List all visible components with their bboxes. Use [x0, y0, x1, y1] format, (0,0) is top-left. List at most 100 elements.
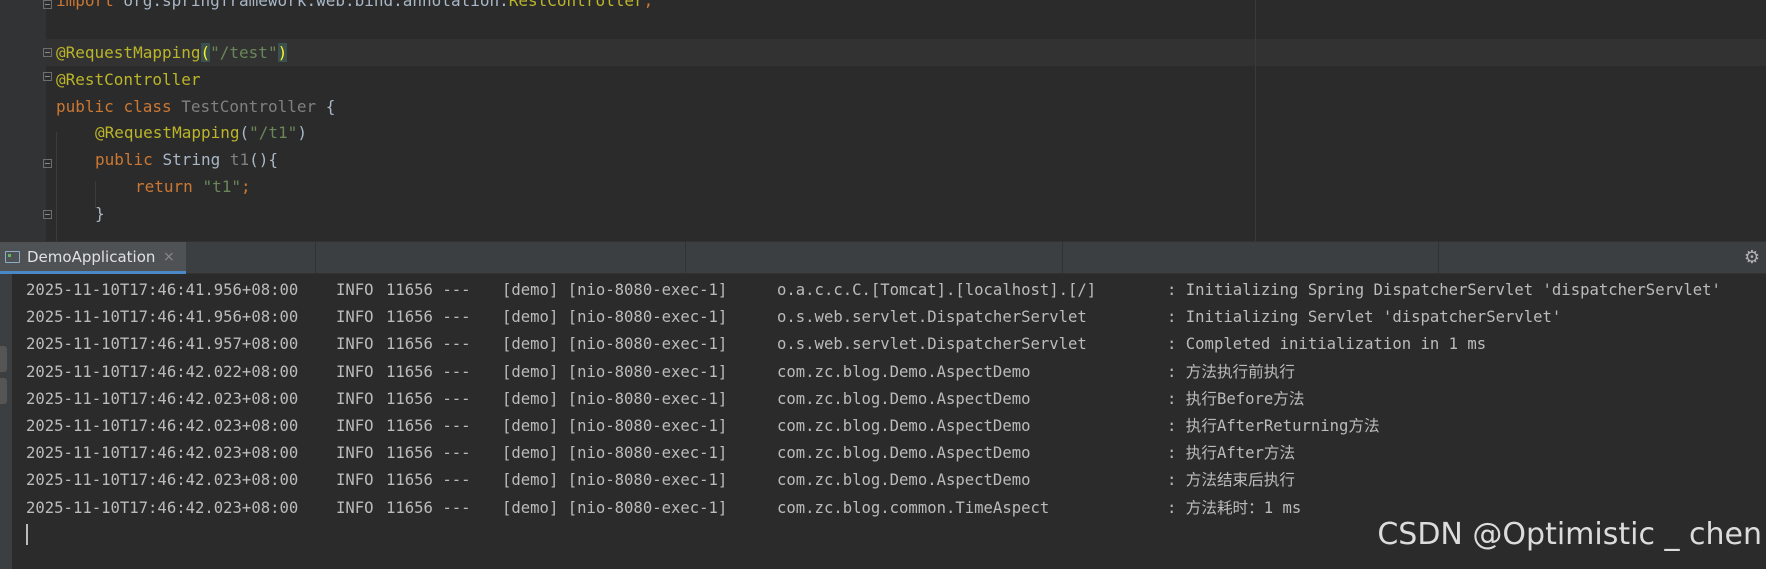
- soft-wrap-button[interactable]: [0, 378, 7, 404]
- log-thread: [demo] [nio-8080-exec-1]: [502, 362, 728, 381]
- log-timestamp: 2025-11-10T17:46:42.023+08:00: [26, 498, 299, 517]
- log-level: INFO: [336, 444, 374, 463]
- keyword: public: [56, 97, 114, 116]
- log-line: 2025-11-10T17:46:41.956+08:00 INFO 11656 -…: [26, 277, 1721, 304]
- log-message: : 方法执行前执行: [1167, 362, 1295, 381]
- keyword: import: [56, 0, 114, 10]
- console-icon: [5, 251, 20, 263]
- type-name: String: [162, 150, 221, 169]
- annotation: @RequestMapping: [95, 123, 240, 142]
- log-thread: [demo] [nio-8080-exec-1]: [502, 444, 728, 463]
- run-tool-window-tabbar: DemoApplication × ⚙: [0, 241, 1766, 274]
- keyword: class: [123, 97, 172, 116]
- editor-gutter: [0, 0, 46, 241]
- log-pid: 11656 ---: [386, 308, 471, 327]
- log-level: INFO: [336, 471, 374, 490]
- log-thread: [demo] [nio-8080-exec-1]: [502, 417, 728, 435]
- semicolon: ;: [643, 0, 654, 10]
- tab-label: DemoApplication: [27, 248, 156, 266]
- log-thread: [demo] [nio-8080-exec-1]: [502, 498, 728, 517]
- log-line: 2025-11-10T17:46:42.023+08:00 INFO 11656 -…: [26, 413, 1380, 440]
- gear-icon[interactable]: ⚙: [1742, 248, 1762, 268]
- log-source: com.zc.blog.Demo.AspectDemo: [777, 389, 1031, 408]
- log-line: 2025-11-10T17:46:41.956+08:00 INFO 11656 -…: [26, 304, 1561, 331]
- string-literal: "t1": [202, 177, 241, 196]
- code-line-class-decl: public class TestController {: [56, 93, 335, 120]
- log-source: o.a.c.c.C.[Tomcat].[localhost].[/]: [777, 281, 1097, 299]
- code-editor[interactable]: import org.springframework.web.bind.anno…: [0, 0, 1766, 241]
- log-timestamp: 2025-11-10T17:46:41.957+08:00: [26, 335, 299, 354]
- log-source: com.zc.blog.common.TimeAspect: [777, 498, 1050, 517]
- log-level: INFO: [336, 308, 374, 327]
- log-timestamp: 2025-11-10T17:46:42.023+08:00: [26, 444, 299, 463]
- log-level: INFO: [336, 389, 374, 408]
- code-line-import: import org.springframework.web.bind.anno…: [56, 0, 653, 14]
- log-timestamp: 2025-11-10T17:46:41.956+08:00: [26, 281, 299, 299]
- log-message: : Initializing Spring DispatcherServlet …: [1167, 281, 1721, 299]
- console-output[interactable]: 2025-11-10T17:46:41.956+08:00 INFO 11656 -…: [0, 274, 1766, 569]
- paren-close: ): [277, 43, 288, 62]
- tab-divider: [685, 242, 686, 274]
- tab-divider: [1438, 242, 1439, 274]
- code-line-rest-controller: @RestController: [56, 66, 201, 93]
- brace: {: [325, 97, 336, 116]
- paren-open: (: [200, 43, 211, 62]
- code-line-return: return "t1";: [135, 173, 251, 200]
- log-thread: [demo] [nio-8080-exec-1]: [502, 281, 728, 299]
- fold-marker-icon[interactable]: [43, 210, 52, 219]
- tab-divider: [315, 242, 316, 274]
- log-level: INFO: [336, 498, 374, 517]
- log-level: INFO: [336, 281, 374, 299]
- string-literal: "/test": [210, 43, 278, 62]
- code-line-request-mapping-method: @RequestMapping("/t1"): [95, 119, 307, 146]
- tab-divider: [1062, 242, 1063, 274]
- code-text: org.springframework.web.bind.annotation.: [113, 0, 509, 10]
- log-source: com.zc.blog.Demo.AspectDemo: [777, 444, 1031, 463]
- annotation: @RestController: [56, 70, 201, 89]
- log-pid: 11656 ---: [386, 498, 471, 517]
- log-timestamp: 2025-11-10T17:46:42.022+08:00: [26, 362, 299, 381]
- code-line-request-mapping-class: @RequestMapping("/test"): [56, 39, 288, 66]
- log-thread: [demo] [nio-8080-exec-1]: [502, 335, 728, 354]
- fold-marker-icon[interactable]: [43, 0, 52, 9]
- fold-marker-icon[interactable]: [43, 159, 52, 168]
- log-thread: [demo] [nio-8080-exec-1]: [502, 471, 728, 490]
- log-message: : 方法耗时：1 ms: [1167, 498, 1302, 517]
- log-pid: 11656 ---: [386, 335, 471, 354]
- log-level: INFO: [336, 417, 374, 435]
- close-icon[interactable]: ×: [163, 242, 175, 272]
- keyword: public: [95, 150, 153, 169]
- log-pid: 11656 ---: [386, 389, 471, 408]
- log-message: : 方法结束后执行: [1167, 471, 1295, 490]
- log-thread: [demo] [nio-8080-exec-1]: [502, 389, 728, 408]
- log-timestamp: 2025-11-10T17:46:41.956+08:00: [26, 308, 299, 327]
- paren-open: (: [239, 123, 250, 142]
- log-line: 2025-11-10T17:46:42.023+08:00 INFO 11656 -…: [26, 495, 1301, 522]
- log-pid: 11656 ---: [386, 471, 471, 490]
- scroll-to-end-button[interactable]: [0, 346, 7, 372]
- log-source: com.zc.blog.Demo.AspectDemo: [777, 471, 1031, 490]
- log-pid: 11656 ---: [386, 417, 471, 435]
- log-timestamp: 2025-11-10T17:46:42.023+08:00: [26, 389, 299, 408]
- fold-marker-icon[interactable]: [43, 72, 52, 81]
- indent-guide: [56, 132, 57, 241]
- class-name: TestController: [181, 97, 317, 116]
- log-message: : Completed initialization in 1 ms: [1167, 335, 1487, 354]
- log-level: INFO: [336, 362, 374, 381]
- tab-demo-application[interactable]: DemoApplication ×: [0, 242, 186, 274]
- console-toolbar-strip: [0, 274, 12, 569]
- annotation: @RequestMapping: [56, 43, 201, 62]
- log-pid: 11656 ---: [386, 444, 471, 463]
- log-line: 2025-11-10T17:46:42.023+08:00 INFO 11656 -…: [26, 467, 1295, 494]
- code-line-close-brace: }: [95, 200, 105, 227]
- watermark-text: CSDN @Optimistic _ chen: [1377, 517, 1762, 552]
- class-name: RestController: [508, 0, 644, 10]
- string-literal: "/t1": [249, 123, 298, 142]
- fold-marker-icon[interactable]: [43, 48, 52, 57]
- keyword: return: [135, 177, 193, 196]
- semicolon: ;: [240, 177, 251, 196]
- log-pid: 11656 ---: [386, 362, 471, 381]
- right-margin-guide: [1255, 0, 1256, 241]
- log-timestamp: 2025-11-10T17:46:42.023+08:00: [26, 417, 299, 435]
- log-source: com.zc.blog.Demo.AspectDemo: [777, 362, 1031, 381]
